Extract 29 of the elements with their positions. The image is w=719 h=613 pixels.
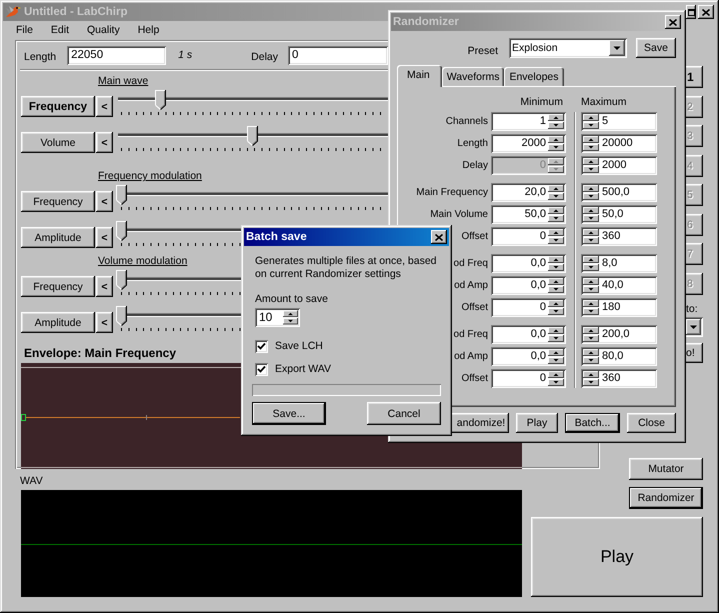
field-label: Channels xyxy=(446,116,488,127)
window-title: Batch save xyxy=(246,230,307,244)
length-label: Length xyxy=(24,50,56,64)
section-title: Frequency modulation xyxy=(98,170,202,183)
preset-label: Preset xyxy=(468,44,498,56)
field-label: Offset xyxy=(462,302,488,313)
field-label: Main Volume xyxy=(430,209,488,220)
amount-label: Amount to save xyxy=(255,293,328,306)
field-label: od Freq xyxy=(454,329,488,340)
field-label: od Amp xyxy=(454,351,488,362)
field-label: Offset xyxy=(462,373,488,384)
description-text: Generates multiple files at once, based on current Randomizer settings xyxy=(255,255,438,281)
window-title: Randomizer xyxy=(393,15,459,29)
column-header: Minimum xyxy=(520,96,563,108)
section-title: Main wave xyxy=(98,75,148,88)
field-label: od Amp xyxy=(454,280,488,291)
envelope-title: Envelope: Main Frequency xyxy=(24,347,176,360)
section-title: Volume modulation xyxy=(98,255,188,268)
delay-label: Delay xyxy=(251,50,278,64)
target-label: to: xyxy=(686,302,698,316)
field-label: od Freq xyxy=(454,258,488,269)
duration-text: 1 s xyxy=(178,49,192,62)
window-title: Untitled - LabChirp xyxy=(24,5,128,19)
column-header: Maximum xyxy=(581,96,627,109)
field-label: Offset xyxy=(462,231,488,242)
field-label: Length xyxy=(457,138,488,149)
field-label: Main Frequency xyxy=(416,187,488,198)
field-label: Delay xyxy=(462,160,488,171)
waveform-title: WAV xyxy=(20,475,43,488)
